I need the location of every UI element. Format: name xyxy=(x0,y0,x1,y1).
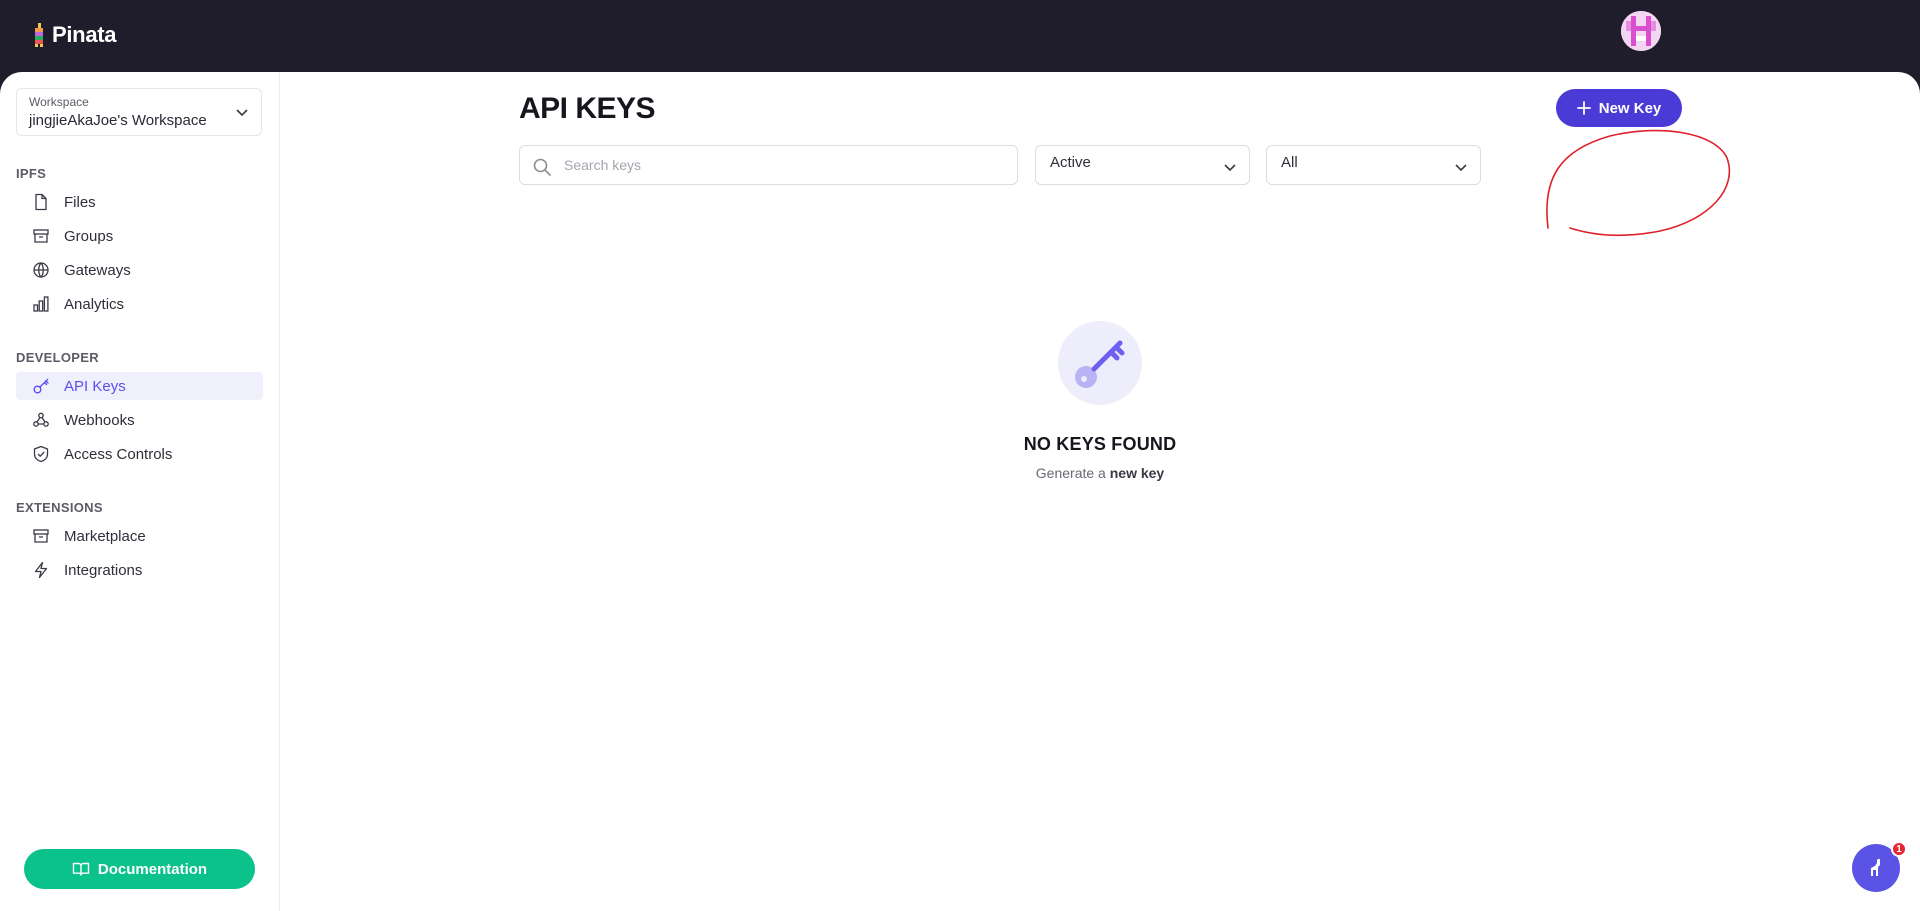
chevron-down-icon xyxy=(1224,164,1236,172)
sidebar-item-integrations[interactable]: Integrations xyxy=(16,556,263,584)
section-title-extensions: EXTENSIONS xyxy=(16,500,103,515)
main-panel: Workspace jingjieAkaJoe's Workspace IPFS… xyxy=(0,72,1920,911)
pinata-logo-icon xyxy=(35,23,43,47)
webhook-icon xyxy=(33,412,49,427)
sidebar-item-label: Groups xyxy=(64,227,114,245)
plus-icon xyxy=(1576,101,1591,115)
brand-name: Pinata xyxy=(52,22,117,47)
status-filter-select[interactable]: Active xyxy=(1035,145,1250,185)
empty-state-title: NO KEYS FOUND xyxy=(1023,434,1177,454)
sidebar-item-api-keys[interactable]: API Keys xyxy=(16,372,263,400)
key-icon xyxy=(33,378,49,394)
sidebar-item-groups[interactable]: Groups xyxy=(16,222,263,250)
sidebar-item-marketplace[interactable]: Marketplace xyxy=(16,522,263,550)
sidebar-item-webhooks[interactable]: Webhooks xyxy=(16,406,263,434)
workspace-name: jingjieAkaJoe's Workspace xyxy=(29,112,207,129)
search-input[interactable] xyxy=(564,146,1004,184)
section-title-developer: DEVELOPER xyxy=(16,350,99,365)
empty-state-subtitle: Generate a new key xyxy=(0,465,1920,481)
empty-state-key-icon xyxy=(1058,321,1142,405)
file-icon xyxy=(35,193,47,211)
search-keys-field[interactable] xyxy=(519,145,1018,185)
book-open-icon xyxy=(72,862,90,876)
scope-filter-value: All xyxy=(1281,154,1298,171)
empty-state-subtitle-prefix: Generate a xyxy=(1035,465,1106,481)
archive-icon xyxy=(33,529,49,543)
status-filter-value: Active xyxy=(1050,154,1091,171)
section-title-ipfs: IPFS xyxy=(16,166,47,181)
workspace-label: Workspace xyxy=(29,95,89,109)
page-title: API KEYS xyxy=(519,92,656,125)
documentation-label: Documentation xyxy=(97,860,208,878)
sidebar-item-label: Analytics xyxy=(64,295,125,313)
sidebar-item-analytics[interactable]: Analytics xyxy=(16,290,263,318)
bolt-icon xyxy=(34,561,48,579)
sidebar-item-label: Integrations xyxy=(64,561,143,579)
user-avatar[interactable] xyxy=(1621,11,1661,51)
archive-icon xyxy=(33,229,49,243)
sidebar: Workspace jingjieAkaJoe's Workspace IPFS… xyxy=(0,72,280,911)
avatar-pattern-icon xyxy=(1621,11,1661,51)
new-key-label: New Key xyxy=(1598,99,1662,117)
key-icon xyxy=(1075,340,1125,388)
llama-chat-icon xyxy=(1871,859,1880,876)
search-icon xyxy=(533,158,551,176)
sidebar-item-label: Gateways xyxy=(64,261,131,279)
new-key-link[interactable]: new key xyxy=(1110,465,1164,481)
sidebar-item-label: API Keys xyxy=(64,377,126,395)
documentation-button[interactable]: Documentation xyxy=(24,849,255,889)
chevron-down-icon xyxy=(1455,164,1467,172)
pinata-logo[interactable]: Pinata xyxy=(32,22,117,48)
sidebar-item-label: Files xyxy=(64,193,96,211)
sidebar-item-gateways[interactable]: Gateways xyxy=(16,256,263,284)
chevron-down-icon xyxy=(236,109,248,117)
bar-chart-icon xyxy=(33,296,49,312)
sidebar-item-files[interactable]: Files xyxy=(16,188,263,216)
red-annotation-circle xyxy=(1546,129,1731,237)
sidebar-item-label: Marketplace xyxy=(64,527,146,545)
top-bar: Pinata xyxy=(0,0,1920,72)
new-key-button[interactable]: New Key xyxy=(1556,89,1682,127)
globe-icon xyxy=(33,262,49,278)
workspace-selector[interactable]: Workspace jingjieAkaJoe's Workspace xyxy=(16,88,262,136)
notification-badge: 1 xyxy=(1891,841,1907,857)
sidebar-item-label: Webhooks xyxy=(64,411,135,429)
scope-filter-select[interactable]: All xyxy=(1266,145,1481,185)
